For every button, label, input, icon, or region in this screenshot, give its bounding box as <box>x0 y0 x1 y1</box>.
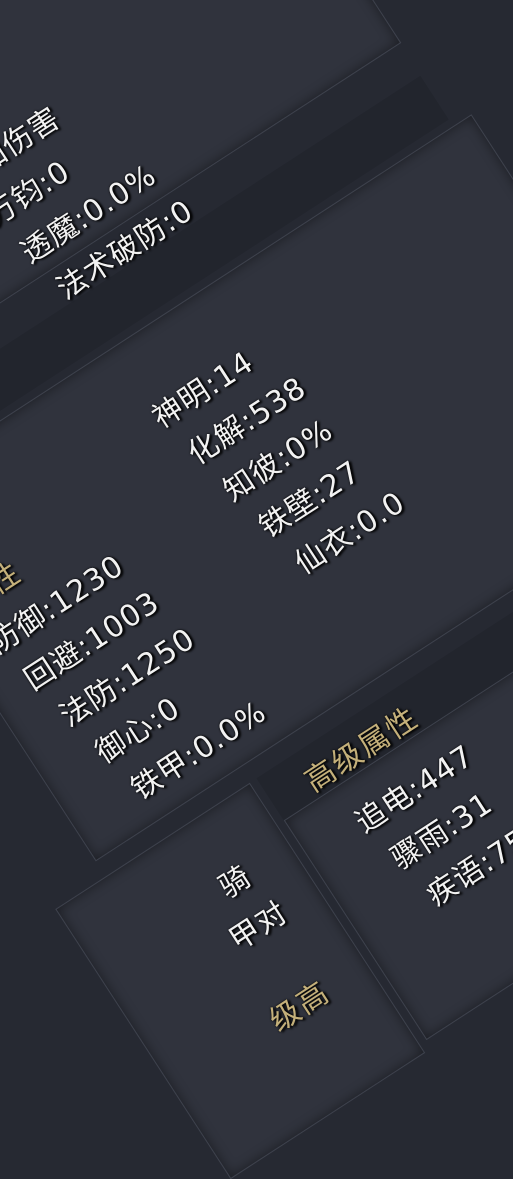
attribute-panel-rotated-view: 会心 附加伤害 万钧:0 透魔:0.0% 法术破防:0 :0 属性 防御:123… <box>0 0 513 1179</box>
